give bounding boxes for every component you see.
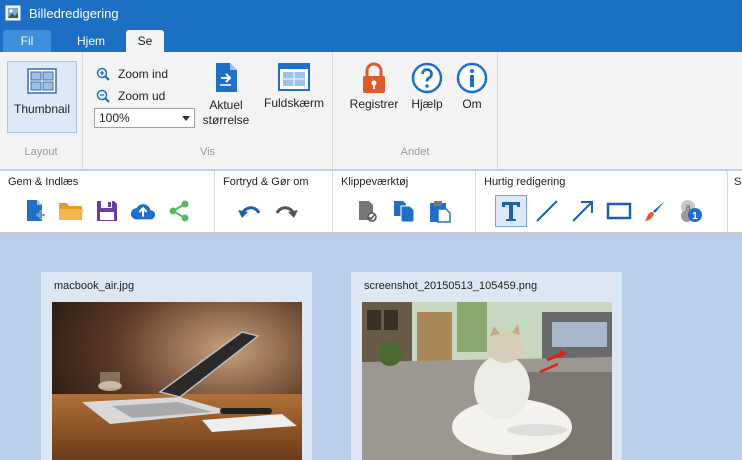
share-icon	[169, 200, 189, 222]
undo-redo-group: Fortryd & Gør om	[215, 171, 333, 233]
clipboard-label: Klippeværktøj	[341, 176, 409, 188]
redo-icon	[275, 206, 298, 218]
tab-bar: Fil Hjem Se	[0, 26, 742, 52]
thumbnail-filename: screenshot_20150513_105459.png	[364, 280, 538, 292]
window-title: Billedredigering	[29, 5, 119, 21]
step-counter-button[interactable]: a 1	[678, 198, 704, 224]
layout-group: Thumbnail Layout	[0, 52, 83, 170]
open-folder-button[interactable]	[58, 198, 84, 224]
lock-icon	[363, 62, 385, 93]
info-icon	[456, 62, 488, 94]
title-bar: Billedredigering	[0, 0, 742, 26]
thumbnail-button[interactable]: Thumbnail	[7, 61, 77, 133]
undo-icon	[238, 206, 261, 218]
upload-button[interactable]	[130, 198, 156, 224]
tab-se[interactable]: Se	[126, 30, 164, 52]
thumbnail-image	[362, 302, 612, 460]
zoom-in-label: Zoom ind	[118, 67, 169, 81]
andet-group: Registrer Hjælp Om Andet	[333, 52, 498, 170]
line-tool-button[interactable]	[534, 198, 560, 224]
fullscreen-button[interactable]: Fuldskærm	[263, 62, 325, 111]
register-label: Registrer	[349, 97, 399, 111]
zoom-level-value: 100%	[99, 111, 130, 125]
copy-button[interactable]	[391, 198, 417, 224]
svg-text:1: 1	[692, 211, 698, 222]
more-group: Sa	[728, 171, 742, 233]
fullscreen-icon	[278, 63, 310, 91]
redo-button[interactable]	[273, 198, 299, 224]
brush-tool-button[interactable]	[642, 198, 668, 224]
about-button[interactable]: Om	[455, 62, 489, 112]
actual-size-button[interactable]: Aktuel størrelse	[201, 62, 251, 128]
thumbnail-icon	[27, 68, 57, 94]
brush-icon	[645, 201, 665, 221]
save-icon	[97, 201, 117, 221]
thumbnail-card[interactable]: screenshot_20150513_105459.png	[351, 272, 622, 460]
line-icon	[536, 200, 558, 222]
tab-fil[interactable]: Fil	[3, 30, 51, 52]
save-load-group: Gem & Indlæs	[0, 171, 215, 233]
clipboard-group: Klippeværktøj	[333, 171, 476, 233]
ribbon: Thumbnail Layout Zoom ind Zoom ud 100% A…	[0, 52, 742, 170]
paste-icon	[430, 201, 451, 223]
actual-size-label-line1: Aktuel	[209, 98, 243, 112]
zoom-level-select[interactable]: 100%	[94, 108, 195, 128]
rectangle-tool-button[interactable]	[606, 198, 632, 224]
zoom-out-icon	[96, 89, 110, 103]
register-button[interactable]: Registrer	[350, 62, 398, 112]
new-file-button[interactable]	[22, 198, 48, 224]
quick-toolbar: Gem & Indlæs Fortryd & Gør om Klippeværk…	[0, 171, 742, 233]
zoom-in-button[interactable]: Zoom ind	[96, 67, 168, 81]
about-label: Om	[462, 97, 482, 111]
undo-redo-label: Fortryd & Gør om	[223, 176, 309, 188]
help-button[interactable]: Hjælp	[409, 62, 445, 112]
cut-button[interactable]	[355, 198, 381, 224]
chevron-down-icon	[182, 116, 190, 121]
thumbnail-label: Thumbnail	[13, 102, 71, 116]
text-icon	[502, 202, 520, 221]
thumbnail-card[interactable]: macbook_air.jpg	[41, 272, 312, 460]
arrow-tool-button[interactable]	[570, 198, 596, 224]
zoom-in-icon	[96, 67, 110, 81]
rectangle-icon	[606, 202, 632, 220]
quick-edit-group: Hurtig redigering a 1	[476, 171, 728, 233]
zoom-out-button[interactable]: Zoom ud	[96, 89, 165, 103]
cut-icon	[359, 201, 377, 222]
tab-hjem[interactable]: Hjem	[60, 30, 122, 52]
arrow-icon	[572, 201, 593, 222]
undo-button[interactable]	[237, 198, 263, 224]
copy-icon	[394, 201, 415, 223]
fullscreen-label: Fuldskærm	[263, 96, 324, 110]
step-counter-icon: a 1	[681, 200, 702, 222]
save-load-label: Gem & Indlæs	[8, 176, 79, 188]
app-icon	[5, 5, 21, 21]
thumbnail-image	[52, 302, 302, 460]
paste-button[interactable]	[427, 198, 453, 224]
share-button[interactable]	[166, 198, 192, 224]
text-tool-button[interactable]	[495, 195, 527, 227]
zoom-out-label: Zoom ud	[118, 89, 166, 103]
help-label: Hjælp	[411, 97, 443, 111]
quick-edit-label: Hurtig redigering	[484, 176, 566, 188]
vis-group: Zoom ind Zoom ud 100% Aktuel størrelse F…	[83, 52, 333, 170]
actual-size-icon	[216, 63, 237, 92]
folder-icon	[59, 203, 83, 220]
cloud-upload-icon	[130, 204, 156, 220]
help-icon	[411, 62, 443, 94]
save-button[interactable]	[94, 198, 120, 224]
new-file-icon	[27, 200, 46, 221]
andet-group-label: Andet	[400, 146, 430, 158]
more-group-label: Sa	[734, 176, 742, 188]
layout-group-label: Layout	[24, 146, 58, 158]
vis-group-label: Vis	[199, 146, 216, 158]
actual-size-label-line2: størrelse	[202, 113, 250, 127]
thumbnail-filename: macbook_air.jpg	[54, 280, 135, 292]
